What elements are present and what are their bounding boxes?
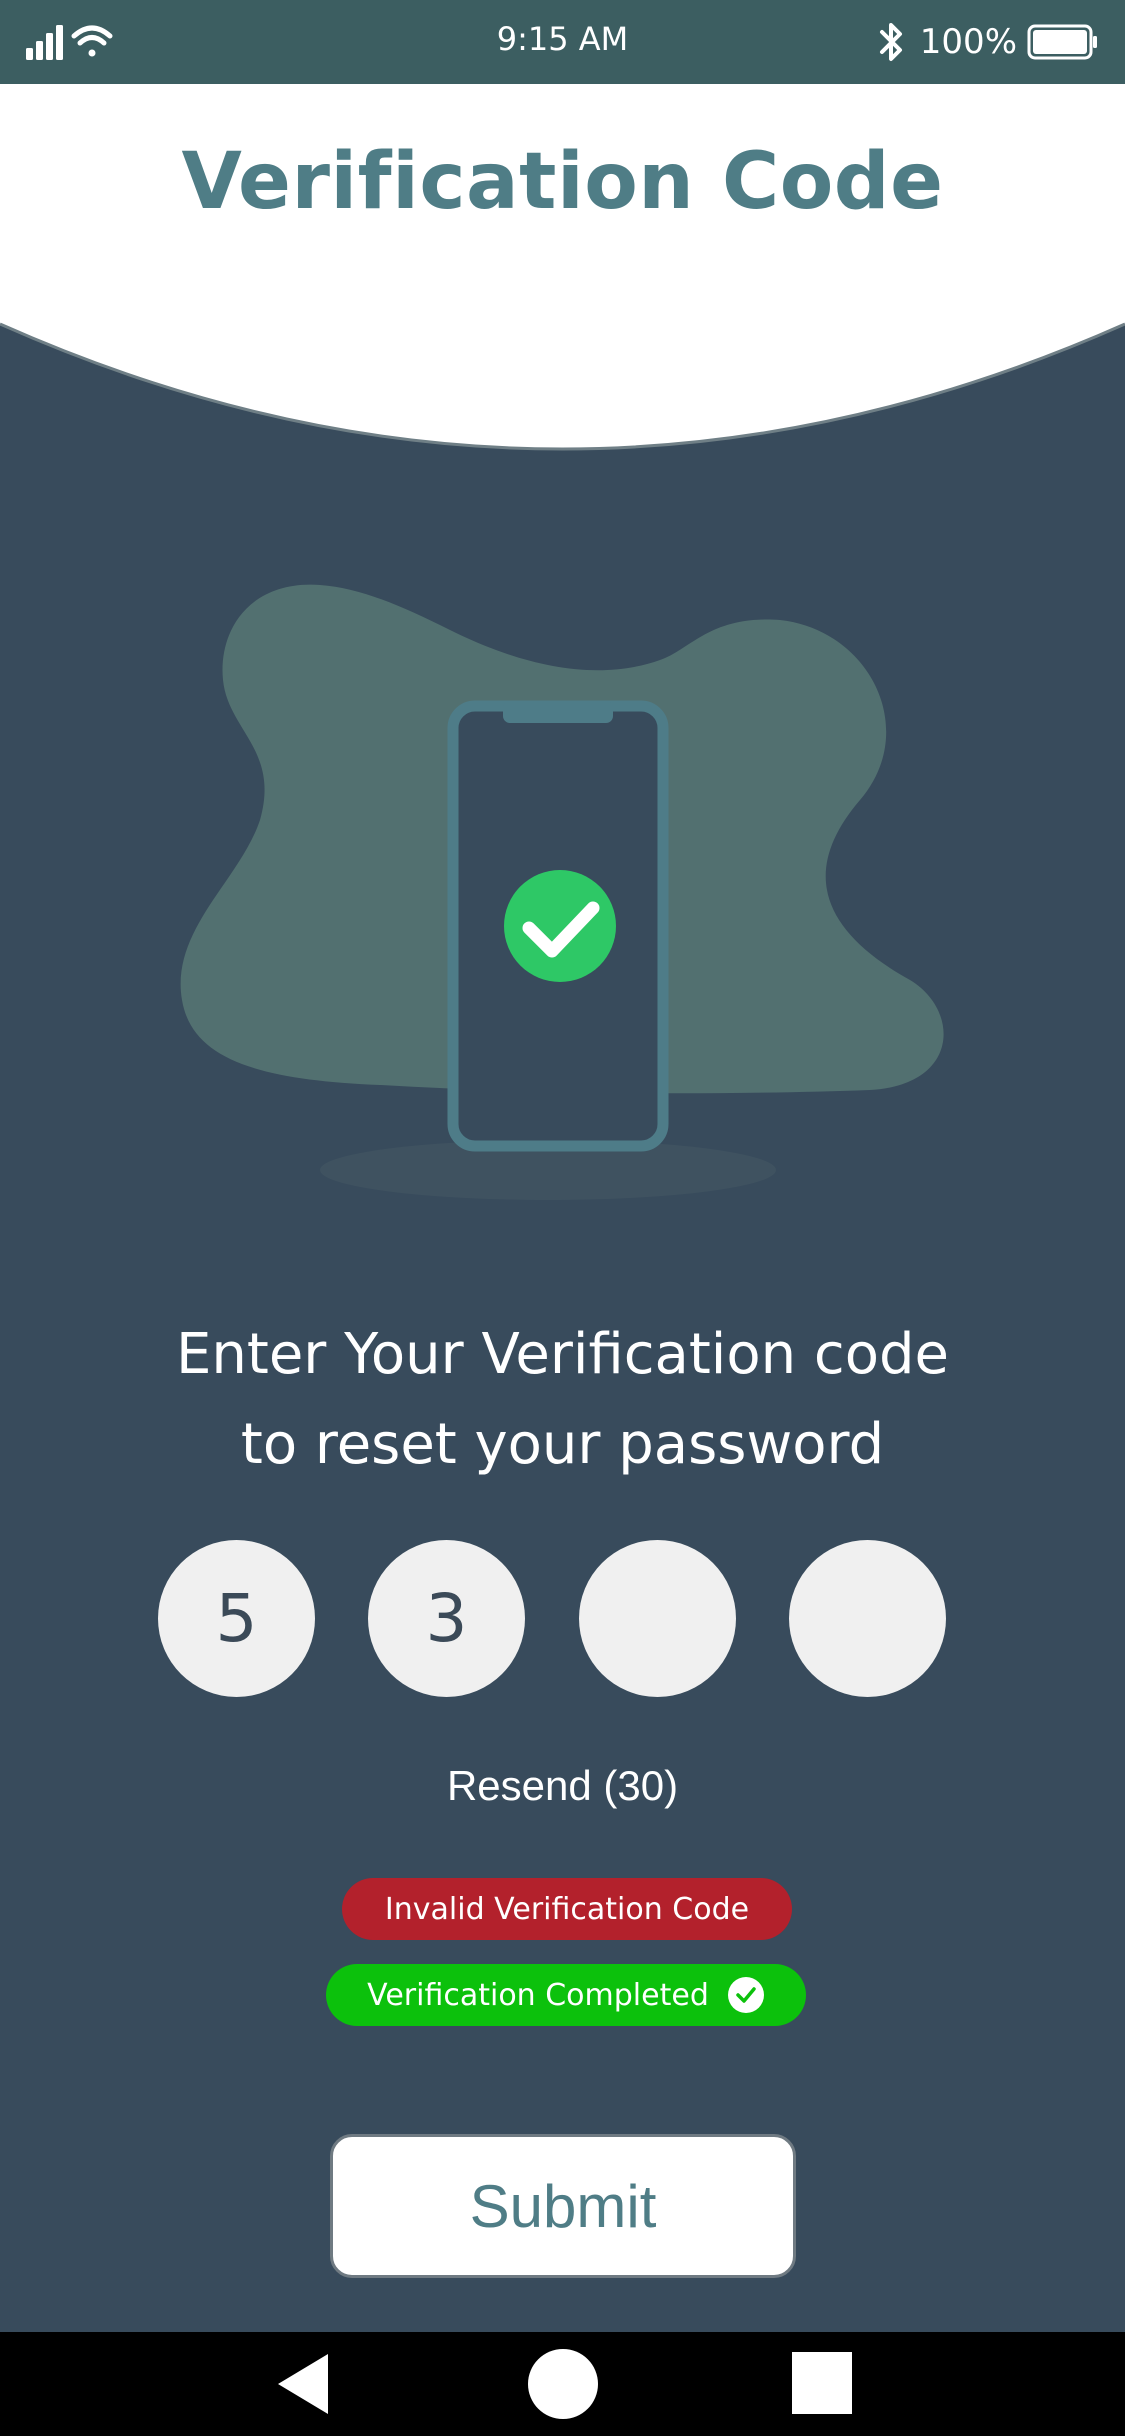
battery-icon	[1027, 24, 1097, 60]
submit-button[interactable]: Submit	[330, 2134, 796, 2278]
instruction-line-1: Enter Your Verification code	[176, 1322, 949, 1387]
navigation-bar	[0, 2332, 1125, 2436]
status-right: 100%	[878, 18, 1099, 66]
code-input-row: 5 3	[158, 1540, 948, 1698]
resend-link[interactable]: Resend (30)	[0, 1762, 1125, 1810]
success-message: Verification Completed	[326, 1964, 806, 2026]
error-message-text: Invalid Verification Code	[384, 1891, 750, 1927]
error-message: Invalid Verification Code	[342, 1878, 792, 1940]
code-digit-2[interactable]: 3	[368, 1540, 525, 1697]
recents-icon[interactable]	[792, 2352, 852, 2414]
status-bar: 9:15 AM 100%	[0, 0, 1125, 84]
success-message-text: Verification Completed	[367, 1977, 709, 2013]
code-digit-3[interactable]	[579, 1540, 736, 1697]
battery-percentage: 100%	[919, 22, 1017, 62]
home-icon[interactable]	[527, 2348, 599, 2420]
phone-verified-illustration	[180, 584, 944, 1200]
code-digit-4[interactable]	[789, 1540, 946, 1697]
check-circle-icon	[727, 1977, 764, 2013]
instruction-text: Enter Your Verification code to reset yo…	[60, 1310, 1065, 1490]
back-icon[interactable]	[276, 2352, 332, 2416]
checkmark-icon	[504, 870, 616, 982]
instruction-line-2: to reset your password	[240, 1412, 885, 1477]
page-title: Verification Code	[181, 137, 944, 227]
verification-screen: 9:15 AM 100% Verification Code Enter You…	[0, 0, 1125, 2436]
code-digit-1[interactable]: 5	[158, 1540, 315, 1697]
bluetooth-icon	[879, 23, 902, 61]
